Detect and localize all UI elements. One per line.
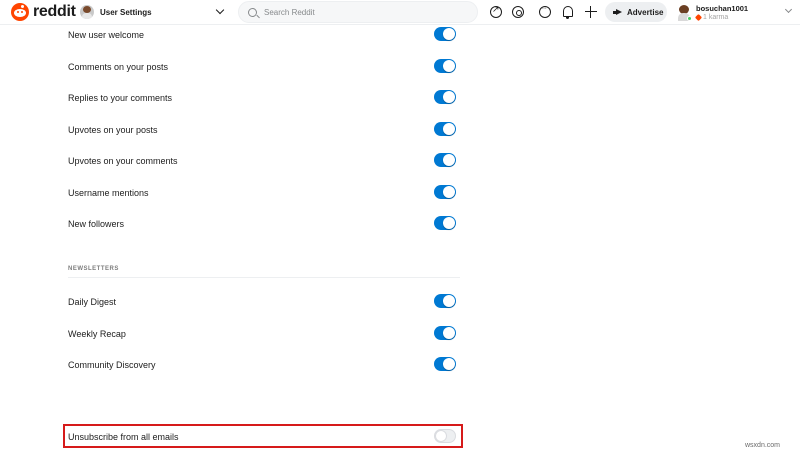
setting-label: Weekly Recap (68, 329, 126, 339)
setting-row-replies-to-comments: Replies to your comments (68, 89, 460, 111)
karma-icon (694, 13, 703, 21)
toggle-switch[interactable] (434, 185, 456, 199)
setting-label: New user welcome (68, 30, 145, 40)
setting-row-comments-on-posts: Comments on your posts (68, 58, 460, 80)
avatar (677, 4, 692, 21)
setting-label: Community Discovery (68, 360, 156, 370)
online-status-icon (687, 15, 692, 21)
newsletters-heading: NEWSLETTERS (68, 266, 119, 272)
setting-row-daily-digest: Daily Digest (68, 293, 460, 315)
setting-row-community-discovery: Community Discovery (68, 356, 460, 378)
chevron-down-icon (784, 5, 793, 14)
setting-label: Daily Digest (68, 297, 117, 307)
user-settings-avatar-icon (80, 5, 94, 19)
toggle-switch[interactable] (434, 27, 456, 41)
toggle-switch[interactable] (434, 59, 456, 73)
setting-label: Replies to your comments (68, 93, 173, 103)
setting-row-new-followers: New followers (68, 215, 460, 237)
community-dropdown[interactable]: User Settings (80, 3, 226, 21)
setting-label: New followers (68, 219, 125, 229)
user-menu[interactable]: bosuchan1001 1 karma (677, 2, 795, 23)
setting-row-upvotes-on-comments: Upvotes on your comments (68, 152, 460, 174)
chat-icon[interactable] (539, 5, 551, 18)
setting-row-upvotes-on-posts: Upvotes on your posts (68, 121, 460, 143)
popular-arrow-icon[interactable] (490, 4, 502, 18)
chevron-down-icon (215, 5, 225, 15)
setting-row-new-user-welcome: New user welcome (68, 26, 460, 48)
setting-row-unsubscribe-all: Unsubscribe from all emails (68, 428, 460, 450)
advertise-label: Advertise (627, 7, 664, 17)
unsubscribe-toggle-switch[interactable] (434, 429, 456, 443)
toggle-switch[interactable] (434, 90, 456, 104)
megaphone-icon (613, 9, 622, 16)
reddit-logo[interactable]: reddit (11, 3, 76, 21)
setting-row-username-mentions: Username mentions (68, 184, 460, 206)
top-header: reddit User Settings Advertise bosuchan1… (0, 0, 800, 25)
search-icon (248, 7, 257, 17)
toggle-switch[interactable] (434, 216, 456, 230)
logo-wordmark: reddit (33, 3, 76, 20)
advertise-button[interactable]: Advertise (605, 2, 667, 22)
toggle-switch[interactable] (434, 357, 456, 371)
section-divider (68, 277, 460, 278)
notification-bell-icon[interactable] (563, 6, 573, 19)
setting-label: Upvotes on your comments (68, 156, 178, 166)
setting-label: Upvotes on your posts (68, 125, 158, 135)
create-post-plus-icon[interactable] (585, 6, 597, 18)
watermark: wsxdn.com (745, 442, 781, 449)
toggle-switch[interactable] (434, 153, 456, 167)
search-input[interactable] (264, 7, 464, 17)
setting-label: Unsubscribe from all emails (68, 432, 179, 442)
coins-icon[interactable] (512, 6, 524, 18)
setting-label: Username mentions (68, 188, 149, 198)
community-dropdown-label: User Settings (100, 7, 152, 17)
search-bar[interactable] (238, 1, 478, 23)
toggle-switch[interactable] (434, 294, 456, 308)
reddit-alien-icon (11, 3, 29, 21)
username: bosuchan1001 (696, 3, 749, 13)
karma-count: 1 karma (703, 13, 729, 21)
toggle-switch[interactable] (434, 326, 456, 340)
setting-label: Comments on your posts (68, 62, 169, 72)
setting-row-weekly-recap: Weekly Recap (68, 325, 460, 347)
toggle-switch[interactable] (434, 122, 456, 136)
